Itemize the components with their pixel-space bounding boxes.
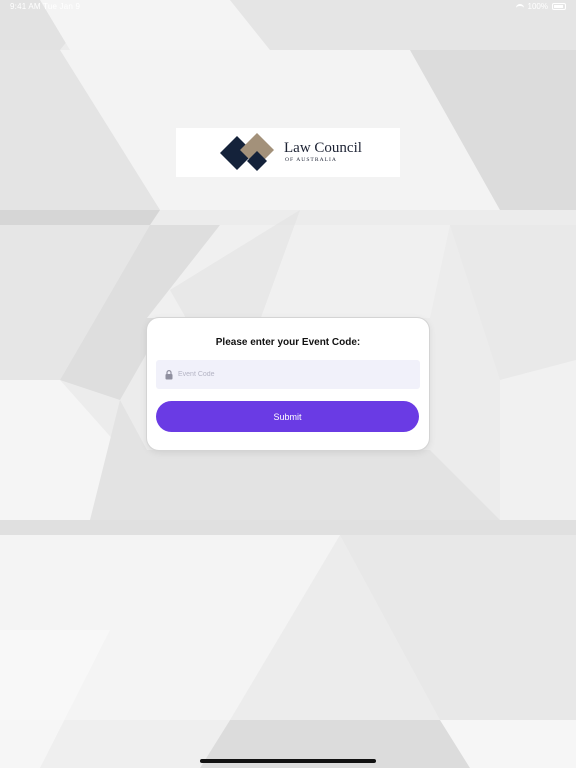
logo-subtitle: OF AUSTRALIA [285, 157, 337, 163]
battery-percentage: 100% [527, 2, 548, 11]
event-code-field[interactable] [156, 360, 420, 389]
status-indicators: 100% [515, 2, 566, 11]
event-code-input[interactable] [178, 360, 416, 389]
law-council-logo: Law Council OF AUSTRALIA [176, 128, 400, 177]
wifi-icon [515, 3, 524, 10]
event-code-card: Please enter your Event Code: Submit [147, 318, 429, 450]
status-bar: 9:41 AM Tue Jan 9 100% [0, 0, 576, 14]
lock-icon [165, 370, 173, 380]
event-code-prompt: Please enter your Event Code: [215, 337, 361, 348]
battery-icon [552, 3, 566, 10]
home-indicator[interactable] [200, 759, 376, 763]
logo-title: Law Council [284, 140, 362, 156]
submit-button[interactable]: Submit [156, 401, 419, 432]
event-code-screen: 9:41 AM Tue Jan 9 100% Law Council OF AU… [0, 0, 576, 768]
status-time: 9:41 AM Tue Jan 9 [10, 2, 81, 11]
logo-mark-icon [220, 133, 274, 171]
